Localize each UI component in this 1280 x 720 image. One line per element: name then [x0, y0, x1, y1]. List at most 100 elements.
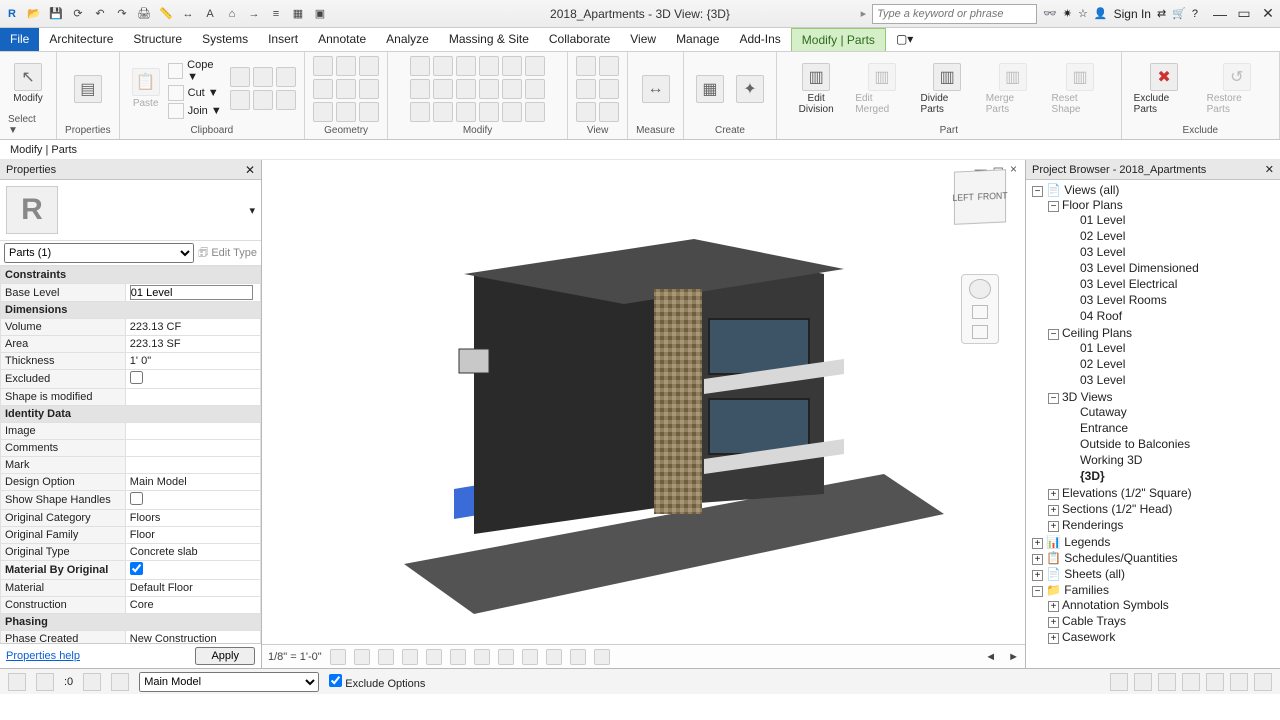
tab-architecture[interactable]: Architecture	[39, 28, 123, 51]
tree-item[interactable]: 04 Roof	[1064, 308, 1280, 324]
tab-systems[interactable]: Systems	[192, 28, 258, 51]
tab-manage[interactable]: Manage	[666, 28, 729, 51]
modify-tool-button[interactable]: ↖Modify	[9, 61, 46, 106]
tree-sections[interactable]: Sections (1/2" Head)	[1062, 502, 1172, 516]
text-icon[interactable]: A	[202, 6, 218, 22]
reveal-hidden-icon[interactable]	[546, 649, 562, 665]
active-workset-label[interactable]: :0	[64, 676, 73, 688]
tab-insert[interactable]: Insert	[258, 28, 308, 51]
tree-families[interactable]: Families	[1064, 583, 1109, 597]
zoom-icon[interactable]	[972, 325, 988, 339]
viewport-3d[interactable]: — ▭ × LEFT FRONT	[262, 160, 1025, 668]
tree-item-active[interactable]: {3D}	[1064, 468, 1280, 484]
search-go-icon[interactable]: 👓	[1043, 7, 1057, 20]
edit-type-button[interactable]: 🗊 Edit Type	[198, 244, 257, 263]
measure-button[interactable]: ↔	[638, 73, 674, 105]
type-dropdown-icon[interactable]: ▾	[249, 204, 255, 217]
tab-annotate[interactable]: Annotate	[308, 28, 376, 51]
tree-item[interactable]: Outside to Balconies	[1064, 436, 1280, 452]
close-button[interactable]: ✕	[1260, 6, 1276, 22]
filter-icon[interactable]	[1230, 673, 1248, 691]
viewcube[interactable]: LEFT FRONT	[954, 169, 1006, 225]
edit-division-button[interactable]: ▥Edit Division	[785, 61, 847, 117]
tree-item[interactable]: 03 Level Electrical	[1064, 276, 1280, 292]
tree-floor-plans[interactable]: Floor Plans	[1062, 198, 1123, 212]
clipboard-extra-icons[interactable]	[230, 67, 296, 110]
tree-item[interactable]: Casework	[1062, 630, 1115, 644]
comm-icon[interactable]: ✷	[1063, 7, 1072, 20]
tree-legends[interactable]: Legends	[1064, 535, 1110, 549]
properties-button[interactable]: ▤	[70, 73, 106, 105]
switch-win-icon[interactable]: ▣	[312, 6, 328, 22]
tab-addins[interactable]: Add-Ins	[729, 28, 790, 51]
rendering-icon[interactable]	[426, 649, 442, 665]
print-icon[interactable]: 🖨	[136, 6, 152, 22]
cart-icon[interactable]: 🛒	[1172, 7, 1186, 20]
dim-icon[interactable]: ↔	[180, 6, 196, 22]
thin-icon[interactable]: ≡	[268, 6, 284, 22]
apply-button[interactable]: Apply	[195, 647, 255, 665]
detail-level-icon[interactable]	[330, 649, 346, 665]
tab-modify-parts[interactable]: Modify | Parts	[791, 28, 886, 51]
exchange-icon[interactable]: ⇄	[1157, 7, 1166, 20]
editable-only-icon[interactable]	[111, 673, 129, 691]
tree-item[interactable]: Cable Trays	[1062, 614, 1126, 628]
lock-3d-icon[interactable]	[498, 649, 514, 665]
tree-schedules[interactable]: Schedules/Quantities	[1064, 551, 1177, 565]
background-proc-icon[interactable]	[1254, 673, 1272, 691]
constraint-icon[interactable]	[594, 649, 610, 665]
drag-elements-icon[interactable]	[1206, 673, 1224, 691]
sync-icon[interactable]: ⟳	[70, 6, 86, 22]
tree-item[interactable]: 01 Level	[1064, 212, 1280, 228]
prop-material-by-original-checkbox[interactable]	[130, 562, 143, 575]
visual-style-icon[interactable]	[354, 649, 370, 665]
select-links-icon[interactable]	[1110, 673, 1128, 691]
navigation-bar[interactable]	[961, 274, 999, 344]
tree-elevations[interactable]: Elevations (1/2" Square)	[1062, 486, 1192, 500]
design-options-icon[interactable]	[83, 673, 101, 691]
element-filter-select[interactable]: Parts (1)	[4, 243, 194, 263]
cope-button[interactable]: Cope ▼	[168, 59, 226, 83]
tree-item[interactable]: Entrance	[1064, 420, 1280, 436]
tree-item[interactable]: 03 Level	[1064, 244, 1280, 260]
paste-button[interactable]: 📋Paste	[128, 66, 164, 111]
create-group-button[interactable]: ✦	[732, 73, 768, 105]
tree-item[interactable]: Cutaway	[1064, 404, 1280, 420]
tree-item[interactable]: 01 Level	[1064, 340, 1280, 356]
tab-file[interactable]: File	[0, 28, 39, 51]
tree-3d-views[interactable]: 3D Views	[1062, 390, 1112, 404]
prop-show-shape-handles-checkbox[interactable]	[130, 492, 143, 505]
tree-item[interactable]: Annotation Symbols	[1062, 598, 1169, 612]
worksets-icon[interactable]	[36, 673, 54, 691]
crop-view-icon[interactable]	[450, 649, 466, 665]
tab-structure[interactable]: Structure	[123, 28, 192, 51]
minimize-button[interactable]: —	[1212, 6, 1228, 22]
tree-item[interactable]: 03 Level Rooms	[1064, 292, 1280, 308]
steering-wheel-icon[interactable]	[969, 279, 991, 299]
shadows-icon[interactable]	[402, 649, 418, 665]
tree-item[interactable]: 02 Level	[1064, 228, 1280, 244]
select-pinned-icon[interactable]	[1158, 673, 1176, 691]
sun-path-icon[interactable]	[378, 649, 394, 665]
exclude-options-checkbox[interactable]: Exclude Options	[329, 674, 425, 690]
select-underlay-icon[interactable]	[1134, 673, 1152, 691]
tree-item[interactable]: Working 3D	[1064, 452, 1280, 468]
create-similar-button[interactable]: ▦	[692, 73, 728, 105]
select-face-icon[interactable]	[1182, 673, 1200, 691]
modify-icons[interactable]	[410, 56, 545, 122]
tree-renderings[interactable]: Renderings	[1062, 518, 1123, 532]
pan-icon[interactable]	[972, 305, 988, 319]
fav-icon[interactable]: ☆	[1078, 7, 1088, 20]
panel-select-label[interactable]: Select ▼	[8, 114, 48, 136]
divide-parts-button[interactable]: ▥Divide Parts	[917, 61, 978, 117]
close-hidden-icon[interactable]: ▦	[290, 6, 306, 22]
undo-icon[interactable]: ↶	[92, 6, 108, 22]
ribbon-expand-icon[interactable]: ▢▾	[886, 28, 923, 51]
main-model-select[interactable]: Main Model	[139, 672, 319, 692]
help-icon[interactable]: ?	[1192, 8, 1198, 20]
status-icon[interactable]	[8, 673, 26, 691]
cut-button[interactable]: Cut ▼	[168, 85, 226, 101]
prop-excluded-checkbox[interactable]	[130, 371, 143, 384]
scene-3d[interactable]	[272, 170, 1015, 638]
tree-toggle[interactable]: −	[1032, 186, 1043, 197]
